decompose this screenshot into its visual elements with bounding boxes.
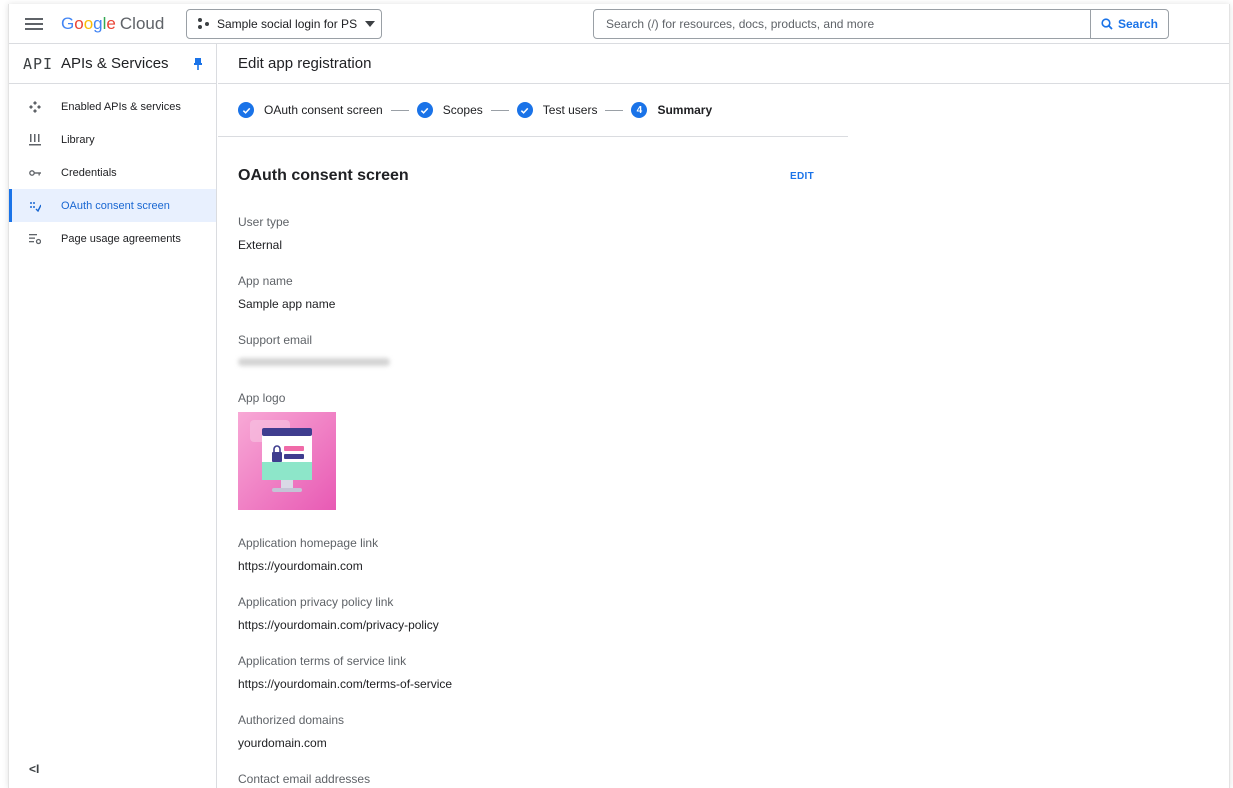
edit-button[interactable]: EDIT bbox=[790, 171, 814, 182]
field-label: Application terms of service link bbox=[238, 654, 407, 668]
project-selector[interactable]: Sample social login for PS bbox=[186, 9, 382, 39]
field-value: https://yourdomain.com/privacy-policy bbox=[238, 618, 439, 632]
app-logo-image bbox=[238, 412, 336, 510]
field-value: https://yourdomain.com/terms-of-service bbox=[238, 677, 453, 691]
field-label: Authorized domains bbox=[238, 713, 345, 727]
field-contact-emails: Contact email addresses bbox=[238, 772, 370, 786]
pin-icon[interactable] bbox=[194, 58, 202, 70]
search-button-label: Search bbox=[1117, 17, 1159, 31]
sidebar-item-page-usage[interactable]: Page usage agreements bbox=[9, 222, 216, 255]
sidebar-item-oauth-consent[interactable]: OAuth consent screen bbox=[9, 189, 216, 222]
project-name: Sample social login for PS bbox=[217, 17, 358, 31]
sidebar-item-label: OAuth consent screen bbox=[61, 199, 170, 212]
page-title: Edit app registration bbox=[218, 44, 1229, 84]
section-title: OAuth consent screen bbox=[238, 167, 409, 184]
step-scopes[interactable]: Scopes bbox=[416, 102, 483, 118]
api-logo-icon: API bbox=[23, 54, 54, 73]
step-summary[interactable]: 4 Summary bbox=[631, 102, 712, 118]
stepper: OAuth consent screen Scopes Test users 4… bbox=[218, 84, 848, 137]
sidebar-item-credentials[interactable]: Credentials bbox=[9, 156, 216, 189]
field-app-name: App name Sample app name bbox=[238, 274, 335, 311]
collapse-sidebar-button[interactable]: <I bbox=[29, 762, 39, 776]
sidebar-nav: Enabled APIs & services Library Credenti… bbox=[9, 90, 216, 255]
check-circle-icon bbox=[516, 102, 533, 118]
field-value: Sample app name bbox=[238, 297, 336, 311]
field-label: User type bbox=[238, 215, 290, 229]
search-icon bbox=[1101, 18, 1113, 30]
step-oauth-consent[interactable]: OAuth consent screen bbox=[238, 102, 383, 118]
google-cloud-logo[interactable]: Google Cloud bbox=[61, 14, 164, 34]
step-label: OAuth consent screen bbox=[264, 103, 383, 117]
check-circle-icon bbox=[238, 102, 254, 118]
library-icon bbox=[29, 133, 41, 146]
step-number: 4 bbox=[631, 102, 648, 118]
field-app-logo: App logo bbox=[238, 391, 336, 510]
key-icon bbox=[29, 167, 41, 179]
field-user-type: User type External bbox=[238, 215, 289, 252]
sidebar-header: API APIs & Services bbox=[9, 44, 216, 84]
field-privacy-policy: Application privacy policy link https://… bbox=[238, 595, 439, 632]
caret-down-icon bbox=[365, 21, 376, 27]
search-placeholder: Search (/) for resources, docs, products… bbox=[606, 17, 875, 31]
step-separator bbox=[605, 109, 624, 111]
sidebar-item-label: Credentials bbox=[61, 166, 117, 179]
search-input[interactable]: Search (/) for resources, docs, products… bbox=[594, 10, 1090, 38]
field-label: Contact email addresses bbox=[238, 772, 371, 786]
field-support-email: Support email bbox=[238, 333, 390, 366]
field-label: Support email bbox=[238, 333, 313, 347]
field-label: Application homepage link bbox=[238, 536, 379, 550]
step-test-users[interactable]: Test users bbox=[516, 102, 598, 118]
field-terms-of-service: Application terms of service link https:… bbox=[238, 654, 452, 691]
sidebar-item-label: Library bbox=[61, 133, 95, 146]
logo-cloud-text: Cloud bbox=[119, 14, 165, 33]
sidebar-item-enabled-apis[interactable]: Enabled APIs & services bbox=[9, 90, 216, 123]
field-value: External bbox=[238, 238, 283, 252]
step-label: Scopes bbox=[442, 103, 483, 117]
redacted-email bbox=[238, 358, 390, 366]
field-label: Application privacy policy link bbox=[238, 595, 394, 609]
browser-frame: Google Cloud Sample social login for PS S… bbox=[8, 4, 1230, 788]
search-bar: Search (/) for resources, docs, products… bbox=[593, 9, 1169, 39]
step-label: Test users bbox=[542, 103, 598, 117]
consent-icon bbox=[29, 200, 41, 212]
field-label: App name bbox=[238, 274, 293, 288]
project-icon bbox=[197, 17, 211, 31]
step-separator bbox=[390, 109, 409, 111]
main-content: Edit app registration OAuth consent scre… bbox=[218, 44, 1229, 788]
search-button[interactable]: Search bbox=[1090, 10, 1168, 38]
sidebar-title[interactable]: APIs & Services bbox=[61, 55, 169, 72]
sidebar-item-label: Enabled APIs & services bbox=[61, 100, 181, 113]
step-separator bbox=[490, 109, 509, 111]
field-homepage: Application homepage link https://yourdo… bbox=[238, 536, 378, 573]
field-authorized-domains: Authorized domains yourdomain.com bbox=[238, 713, 344, 750]
field-value: https://yourdomain.com bbox=[238, 559, 363, 573]
sidebar-item-library[interactable]: Library bbox=[9, 123, 216, 156]
field-value: yourdomain.com bbox=[238, 736, 327, 750]
enabled-apis-icon bbox=[29, 100, 41, 113]
check-circle-icon bbox=[416, 102, 433, 118]
settings-list-icon bbox=[29, 233, 41, 245]
sidebar: API APIs & Services Enabled APIs & servi… bbox=[9, 44, 217, 788]
top-bar: Google Cloud Sample social login for PS S… bbox=[9, 4, 1229, 44]
step-label: Summary bbox=[657, 103, 713, 117]
sidebar-item-label: Page usage agreements bbox=[61, 232, 181, 245]
field-label: App logo bbox=[238, 391, 286, 405]
main-menu-icon[interactable] bbox=[25, 15, 43, 33]
